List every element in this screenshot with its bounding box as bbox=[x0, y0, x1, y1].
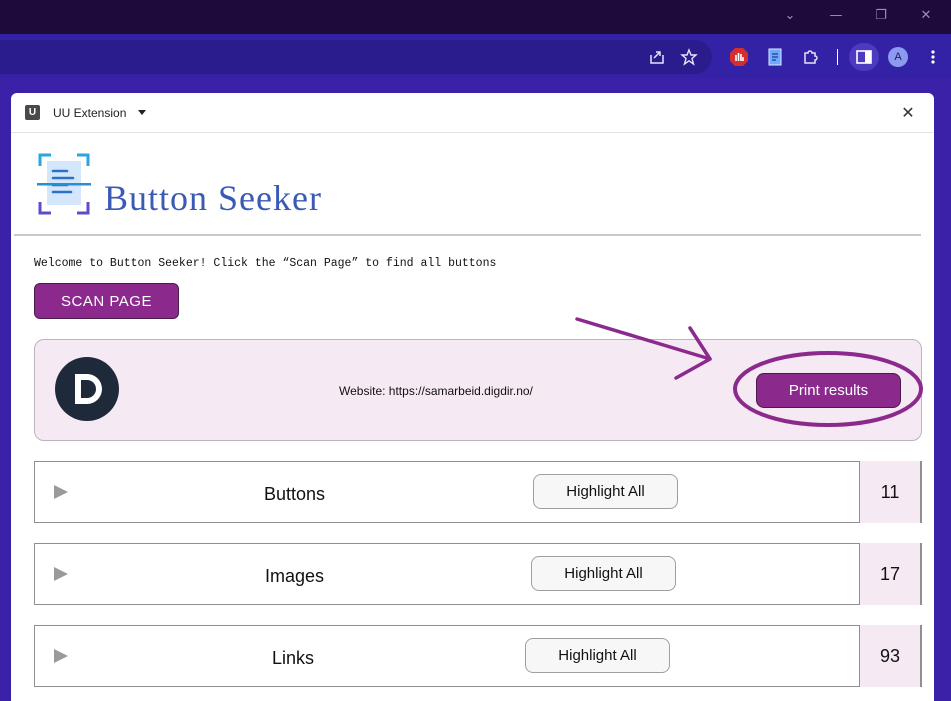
welcome-text: Welcome to Button Seeker! Click the “Sca… bbox=[34, 257, 497, 270]
highlight-all-button[interactable]: Highlight All bbox=[531, 556, 676, 591]
star-icon[interactable] bbox=[678, 46, 700, 68]
profile-avatar[interactable]: A bbox=[887, 46, 909, 68]
expand-arrow-icon[interactable] bbox=[54, 649, 68, 663]
side-panel-header bbox=[11, 93, 934, 133]
app-logo-icon bbox=[37, 152, 91, 216]
highlight-all-button[interactable]: Highlight All bbox=[533, 474, 678, 509]
toolbar-separator bbox=[837, 49, 838, 65]
restore-icon[interactable]: ❐ bbox=[869, 6, 893, 26]
category-count: 17 bbox=[859, 543, 921, 605]
category-row-images[interactable] bbox=[34, 543, 922, 605]
header-divider bbox=[14, 234, 921, 236]
menu-dots-icon[interactable] bbox=[922, 46, 944, 68]
category-label: Links bbox=[272, 648, 315, 668]
extension-badge-icon: U bbox=[25, 105, 40, 120]
category-row-buttons[interactable] bbox=[34, 461, 922, 523]
minimize-icon[interactable]: — bbox=[824, 6, 848, 26]
highlight-all-button[interactable]: Highlight All bbox=[525, 638, 670, 673]
expand-arrow-icon[interactable] bbox=[54, 567, 68, 581]
site-logo-icon bbox=[55, 357, 119, 421]
category-count: 93 bbox=[859, 625, 921, 687]
print-results-button[interactable]: Print results bbox=[756, 373, 901, 408]
address-bar[interactable] bbox=[0, 40, 712, 74]
side-panel-icon[interactable] bbox=[849, 43, 879, 71]
profile-initial: A bbox=[888, 47, 908, 67]
tab-search-icon[interactable]: ⌄ bbox=[778, 6, 802, 26]
browser-titlebar bbox=[0, 0, 951, 34]
share-icon[interactable] bbox=[646, 46, 668, 68]
close-window-icon[interactable]: ✕ bbox=[914, 6, 938, 26]
close-panel-icon[interactable]: ✕ bbox=[898, 103, 918, 123]
extension-doc-icon[interactable] bbox=[764, 46, 786, 68]
puzzle-icon[interactable] bbox=[800, 46, 822, 68]
website-url-text: Website: https://samarbeid.digdir.no/ bbox=[339, 384, 533, 398]
category-count: 11 bbox=[859, 461, 921, 523]
app-title: Button Seeker bbox=[104, 178, 322, 218]
caret-down-icon[interactable] bbox=[138, 110, 146, 115]
category-label: Buttons bbox=[264, 484, 326, 504]
extension-selector[interactable]: UU Extension bbox=[53, 105, 126, 121]
category-row-links[interactable] bbox=[34, 625, 922, 687]
adblock-icon[interactable] bbox=[728, 46, 750, 68]
expand-arrow-icon[interactable] bbox=[54, 485, 68, 499]
scan-page-button[interactable]: SCAN PAGE bbox=[34, 283, 179, 319]
category-label: Images bbox=[265, 566, 325, 586]
